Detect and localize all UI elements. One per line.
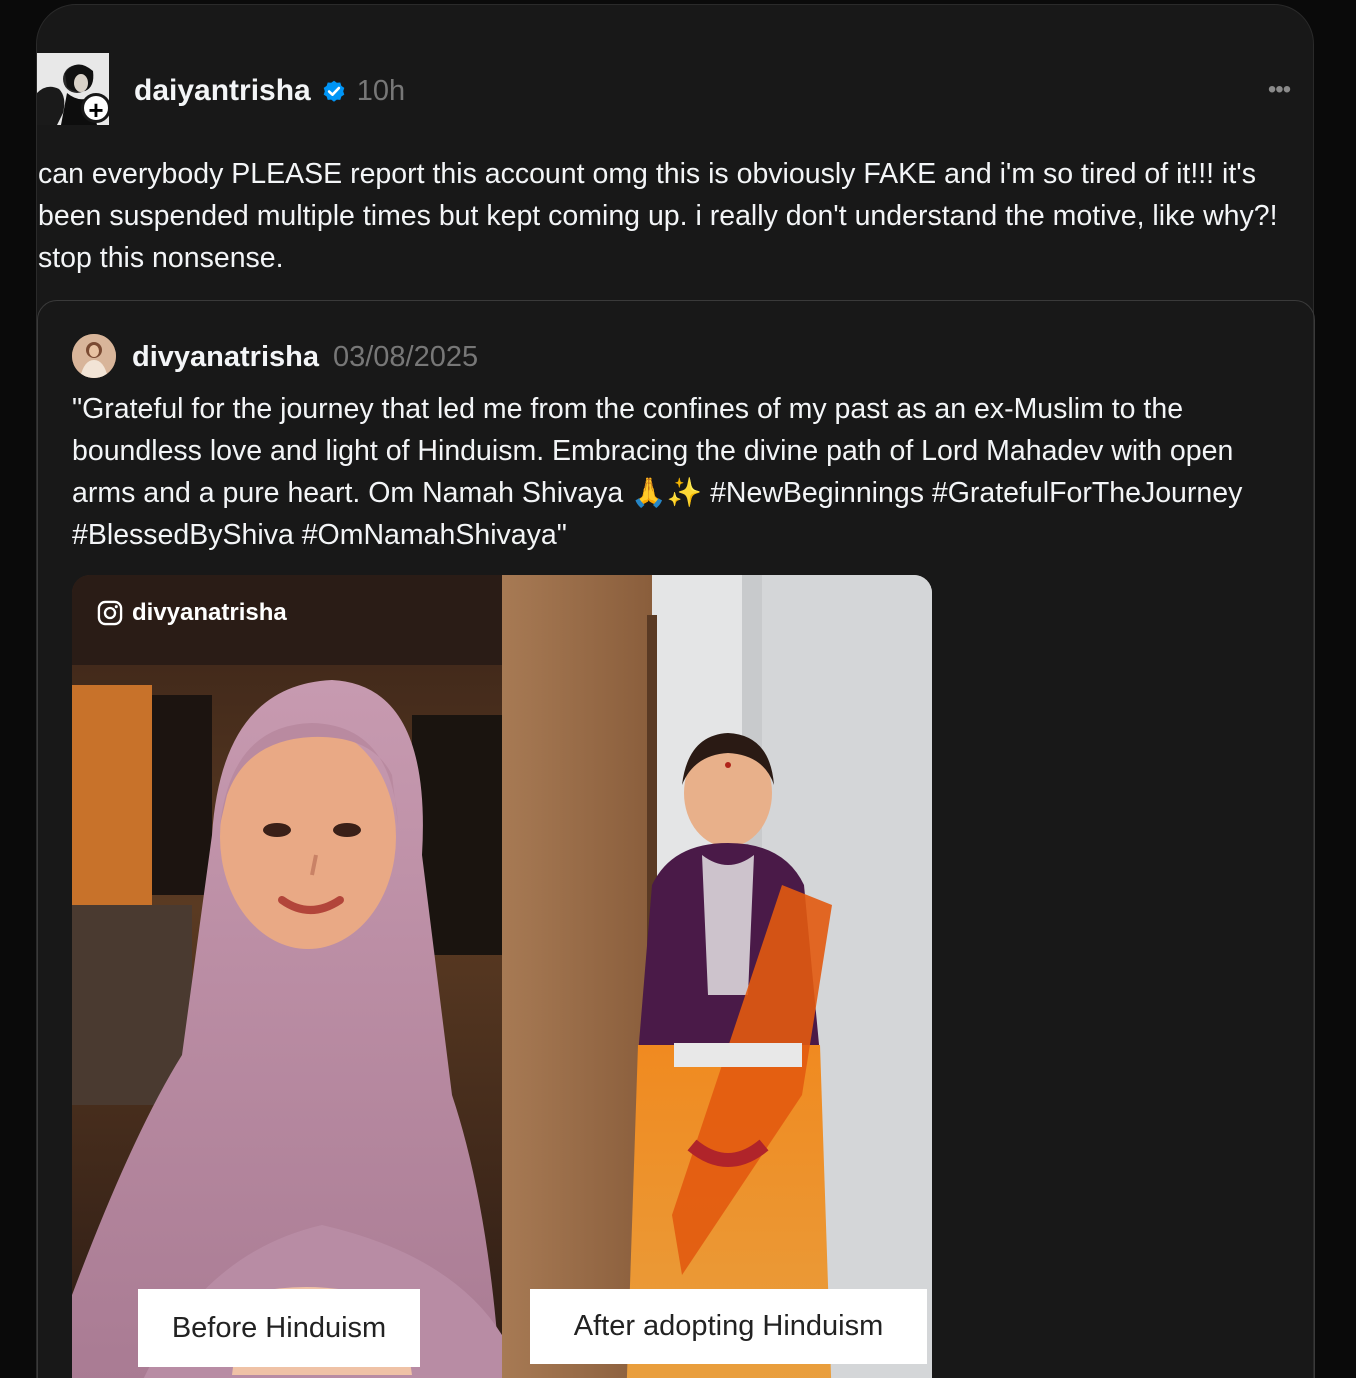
post-card: + daiyantrisha 10h ••• can everybody PLE…	[36, 4, 1315, 1378]
follow-plus-icon[interactable]: +	[81, 93, 111, 124]
watermark-handle: divyanatrisha	[132, 599, 287, 626]
quoted-post[interactable]: divyanatrisha 03/08/2025 "Grateful for t…	[37, 300, 1315, 1378]
quoted-post-date: 03/08/2025	[332, 340, 479, 373]
more-horizontal-icon[interactable]: •••	[1263, 75, 1295, 105]
quoted-post-text: "Grateful for the journey that led me fr…	[72, 393, 1243, 551]
author-avatar[interactable]: +	[37, 53, 111, 125]
quoted-author-row: divyanatrisha 03/08/2025	[132, 336, 478, 378]
caption-before: Before Hinduism	[138, 1289, 420, 1367]
quoted-author-avatar[interactable]	[72, 334, 116, 378]
author-username[interactable]: daiyantrisha	[134, 74, 311, 108]
quoted-post-image[interactable]: divyanatrisha Before Hinduism After adop…	[72, 575, 932, 1378]
before-photo	[72, 575, 502, 1378]
after-photo	[502, 575, 932, 1378]
page: + daiyantrisha 10h ••• can everybody PLE…	[0, 0, 1356, 1378]
instagram-watermark: divyanatrisha	[96, 599, 287, 627]
caption-after: After adopting Hinduism	[530, 1289, 927, 1364]
author-row: daiyantrisha 10h	[134, 69, 405, 113]
quoted-avatar-image	[72, 334, 116, 378]
verified-badge-icon	[323, 80, 345, 102]
post-timestamp[interactable]: 10h	[357, 75, 405, 108]
quoted-author-username[interactable]: divyanatrisha	[132, 341, 319, 374]
instagram-icon	[97, 600, 123, 626]
post-body-text: can everybody PLEASE report this account…	[38, 158, 1278, 274]
